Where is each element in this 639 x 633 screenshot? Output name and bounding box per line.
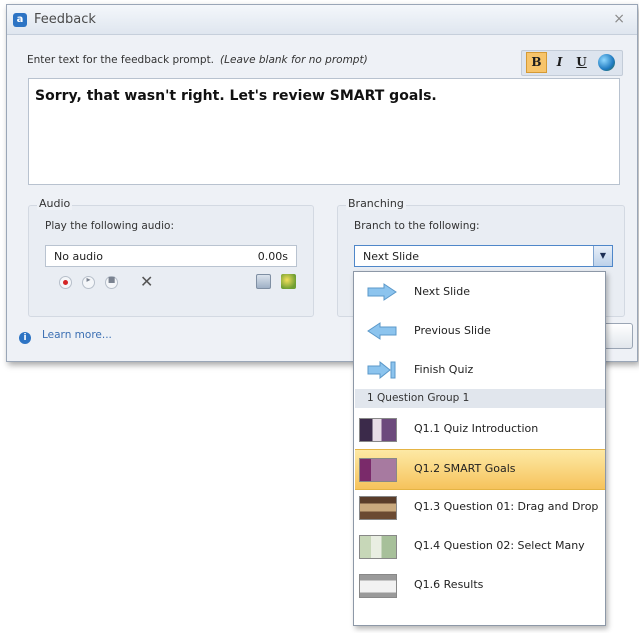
branch-dropdown-list: Next Slide Previous Slide Finish Quiz 1 … <box>353 271 606 626</box>
chevron-down-icon[interactable]: ▼ <box>593 246 612 266</box>
dropdown-item-label: Q1.6 Results <box>414 578 484 591</box>
branch-selected-value: Next Slide <box>363 250 419 263</box>
slide-thumbnail <box>359 458 397 482</box>
info-icon: i <box>19 332 31 344</box>
question-group-header: 1 Question Group 1 <box>355 389 605 408</box>
app-icon: a <box>13 13 27 27</box>
dropdown-item-label: Finish Quiz <box>414 363 474 376</box>
globe-icon[interactable] <box>598 54 615 71</box>
audio-play-label: Play the following audio: <box>45 220 174 232</box>
audio-editor-icon[interactable] <box>256 274 271 289</box>
feedback-text-input[interactable]: Sorry, that wasn't right. Let's review S… <box>28 78 620 185</box>
dropdown-item-label: Next Slide <box>414 285 470 298</box>
stop-icon: ■ <box>107 275 116 284</box>
dropdown-item-label: Previous Slide <box>414 324 491 337</box>
audio-group-title: Audio <box>37 197 73 210</box>
arrow-right-icon <box>367 283 397 301</box>
audio-field[interactable]: No audio 0.00s <box>45 245 297 267</box>
dropdown-item-previous-slide[interactable]: Previous Slide <box>355 312 605 351</box>
slide-thumbnail <box>359 535 397 559</box>
delete-audio-icon[interactable]: ✕ <box>140 272 153 291</box>
audio-name: No audio <box>54 250 103 263</box>
learn-more-link[interactable]: i Learn more... <box>19 329 112 344</box>
prompt-hint: (Leave blank for no prompt) <box>220 54 368 66</box>
prompt-label: Enter text for the feedback prompt. (Leav… <box>27 54 368 66</box>
format-toolbar: B I U <box>521 50 623 76</box>
learn-more-text: Learn more... <box>42 329 112 341</box>
stop-button[interactable]: ■ <box>105 275 118 289</box>
slide-thumbnail <box>359 496 397 520</box>
dropdown-item-label: Q1.2 SMART Goals <box>414 462 516 475</box>
branch-label: Branch to the following: <box>354 220 480 232</box>
import-audio-icon[interactable] <box>281 274 296 289</box>
prompt-label-text: Enter text for the feedback prompt. <box>27 54 215 66</box>
dropdown-item-slide[interactable]: Q1.1 Quiz Introduction <box>355 410 605 449</box>
arrow-end-icon <box>367 361 396 379</box>
underline-button[interactable]: U <box>572 53 591 72</box>
arrow-left-icon <box>367 322 397 340</box>
dropdown-item-label: Q1.4 Question 02: Select Many <box>414 539 585 552</box>
dropdown-item-label: Q1.3 Question 01: Drag and Drop <box>414 500 599 513</box>
play-button[interactable]: ▸ <box>82 275 95 289</box>
title-bar[interactable]: a Feedback × <box>7 5 637 35</box>
dropdown-item-label: Q1.1 Quiz Introduction <box>414 422 539 435</box>
dropdown-item-finish-quiz[interactable]: Finish Quiz <box>355 351 605 390</box>
italic-button[interactable]: I <box>550 53 569 72</box>
slide-thumbnail <box>359 574 397 598</box>
branch-select[interactable]: Next Slide ▼ <box>354 245 613 267</box>
audio-duration: 0.00s <box>257 250 288 263</box>
dialog-title: Feedback <box>34 12 96 27</box>
dropdown-item-slide-selected[interactable]: Q1.2 SMART Goals <box>355 449 605 490</box>
audio-group: Audio Play the following audio: No audio… <box>28 197 314 317</box>
bold-button[interactable]: B <box>526 52 547 73</box>
close-icon[interactable]: × <box>613 11 625 27</box>
branching-group-title: Branching <box>346 197 406 210</box>
dropdown-item-slide[interactable]: Q1.4 Question 02: Select Many <box>355 527 605 566</box>
dropdown-item-slide[interactable]: Q1.6 Results <box>355 566 605 605</box>
dialog-button[interactable] <box>603 323 633 349</box>
play-icon: ▸ <box>86 275 91 284</box>
dropdown-item-next-slide[interactable]: Next Slide <box>355 273 605 312</box>
dropdown-item-slide[interactable]: Q1.3 Question 01: Drag and Drop <box>355 488 605 527</box>
slide-thumbnail <box>359 418 397 442</box>
record-icon <box>63 280 68 285</box>
record-button[interactable] <box>59 276 72 289</box>
